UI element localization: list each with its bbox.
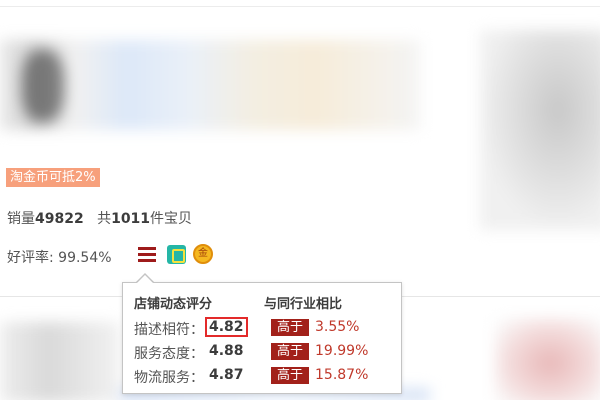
higher-badge: 高于 [271, 343, 309, 360]
total-suffix: 件宝贝 [150, 211, 193, 227]
next-product-image-right[interactable] [495, 318, 600, 400]
sales-info: 销量49822 共1011件宝贝 [7, 208, 192, 228]
total-items-value: 1011 [111, 211, 151, 227]
compare-percent: 19.99% [315, 343, 369, 359]
shop-badge-icon[interactable] [167, 245, 186, 264]
rating-row-service: 服务态度： 4.88 高于 19.99% [123, 342, 403, 362]
rating-score-highlighted: 4.82 [205, 317, 248, 337]
next-product-image-left[interactable] [0, 322, 120, 400]
tooltip-arrow-inner [137, 275, 153, 283]
shop-rating-tooltip: 店铺动态评分 与同行业相比 描述相符： 4.82 高于 3.55% 服务态度： … [122, 282, 402, 394]
higher-badge: 高于 [271, 367, 309, 384]
menu-icon[interactable] [138, 247, 156, 263]
rating-row-logistics: 物流服务： 4.87 高于 15.87% [123, 366, 403, 386]
rating-row-description: 描述相符： 4.82 高于 3.55% [123, 317, 403, 338]
gold-medal-icon[interactable]: 金 [193, 244, 213, 264]
sales-label: 销量 [7, 211, 35, 227]
compare-percent: 3.55% [315, 319, 360, 335]
rating-label: 物流服务： [134, 370, 204, 386]
tooltip-header-rating: 店铺动态评分 [134, 297, 213, 312]
higher-badge: 高于 [271, 319, 309, 336]
sales-value: 49822 [35, 211, 84, 227]
tooltip-header-compare: 与同行业相比 [264, 297, 343, 312]
top-divider [0, 6, 600, 7]
total-prefix: 共 [97, 211, 112, 227]
rating-score: 4.87 [209, 367, 244, 383]
taojinbi-promo-tag: 淘金币可抵2% [6, 168, 100, 187]
rating-label: 描述相符： [134, 322, 204, 338]
rating-score: 4.88 [209, 343, 244, 359]
product-thumbnail-right[interactable] [480, 30, 600, 230]
positive-rating: 好评率: 99.54% [7, 250, 112, 266]
compare-percent: 15.87% [315, 367, 369, 383]
banner-image-detail [22, 50, 64, 122]
rating-label: 服务态度： [134, 346, 204, 362]
